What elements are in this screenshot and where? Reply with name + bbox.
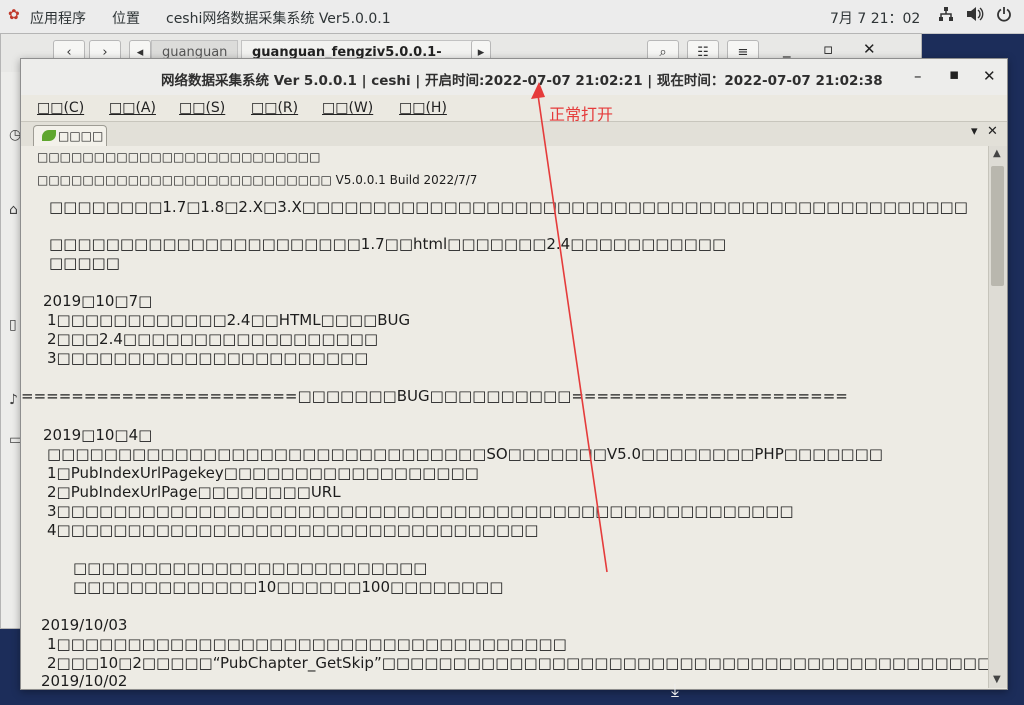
download-icon[interactable]: ⤓ [671, 680, 679, 701]
annotation-text: 正常打开 [549, 105, 614, 124]
annotation-arrow [531, 82, 608, 573]
